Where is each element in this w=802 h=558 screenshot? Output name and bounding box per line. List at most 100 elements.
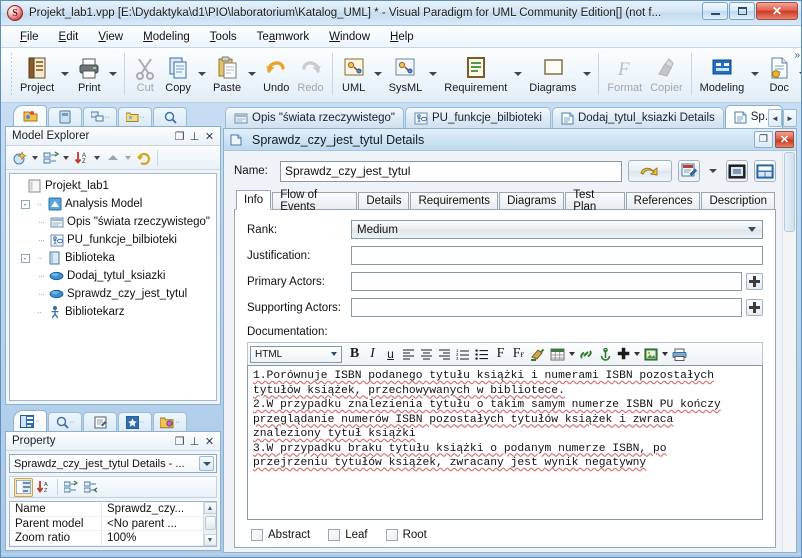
model-tree[interactable]: Projekt_lab1 - ·· Analysis Model ··· Opi… — [9, 173, 217, 401]
collapse-icon[interactable]: - — [20, 199, 30, 209]
chevron-down-icon[interactable] — [125, 155, 131, 160]
expand-all-icon[interactable] — [62, 478, 81, 497]
name-input[interactable] — [280, 160, 622, 182]
toolbar-doc-button[interactable]: Doc — [762, 51, 796, 94]
scrollbar-thumb[interactable] — [205, 516, 216, 530]
details-vertical-scrollbar[interactable] — [782, 151, 796, 552]
toolbar-modeling-button[interactable]: Modeling — [696, 51, 749, 94]
collapse-icon[interactable]: - — [20, 253, 30, 263]
toolbar-print-button[interactable]: Print — [72, 51, 106, 94]
toolbar-paste-button[interactable]: Paste — [209, 51, 245, 94]
tab-test-plan[interactable]: Test Plan — [565, 189, 625, 213]
up-chevron-icon[interactable] — [103, 148, 122, 167]
toolbar-sysml-button[interactable]: SysML — [385, 51, 427, 94]
tree-node-sprawdz-czy-jest-tytul[interactable]: ··· Sprawdz_czy_jest_tytul — [12, 285, 216, 303]
tree-node-analysis-model[interactable]: - ·· Analysis Model — [12, 195, 216, 213]
details-close-icon[interactable]: ✕ — [775, 131, 794, 148]
ordered-list-button[interactable]: 123 — [454, 345, 472, 364]
font-button[interactable]: F — [492, 345, 509, 364]
insert-anchor-button[interactable] — [597, 345, 614, 364]
tab-next-icon[interactable]: ► — [783, 109, 797, 127]
sidebar-tab-class-repository[interactable] — [48, 107, 82, 126]
requirement-dropdown-arrow-wrap[interactable] — [511, 51, 525, 97]
menu-window[interactable]: Window — [320, 28, 379, 46]
group-icon[interactable] — [41, 148, 60, 167]
sidebar-tab-documentation[interactable] — [83, 412, 117, 431]
align-right-button[interactable] — [436, 345, 453, 364]
chevron-down-icon[interactable] — [94, 155, 100, 160]
tree-expander-wrap[interactable]: - — [18, 253, 32, 263]
menu-help[interactable]: Help — [381, 28, 423, 46]
unordered-list-button[interactable] — [473, 345, 491, 364]
doc-tab-opis-swiata[interactable]: Opis "świata rzeczywistego" — [225, 107, 405, 128]
chevron-down-icon[interactable] — [327, 348, 340, 361]
justification-input[interactable] — [351, 246, 763, 265]
italic-button[interactable]: I — [364, 345, 381, 364]
menu-teamwork[interactable]: Teamwork — [248, 28, 318, 46]
property-row[interactable]: Zoom ratio 100% — [10, 531, 216, 546]
sidebar-tab-model-explorer[interactable] — [13, 105, 47, 126]
chevron-down-icon[interactable] — [63, 155, 69, 160]
uml-dropdown-arrow-wrap[interactable] — [371, 51, 385, 97]
sidebar-tab-diagram-navigator[interactable]: ·· — [83, 107, 117, 126]
model-explorer-close-icon[interactable]: ✕ — [202, 129, 217, 144]
toolbar-cut-button[interactable]: Cut — [129, 51, 161, 94]
toolbar-overflow-icon[interactable]: » — [794, 50, 799, 61]
tab-flow-of-events[interactable]: Flow of Events — [272, 189, 358, 213]
add-supporting-actor-button[interactable] — [746, 299, 763, 316]
print-dropdown-arrow-wrap[interactable] — [106, 51, 120, 97]
menu-view[interactable]: View — [89, 28, 132, 46]
property-grid-scrollbar[interactable]: ▲ ▼ — [203, 502, 216, 546]
property-restore-icon[interactable]: ❐ — [172, 434, 187, 449]
sysml-dropdown-arrow-wrap[interactable] — [426, 51, 440, 97]
paste-dropdown-arrow-wrap[interactable] — [245, 51, 259, 97]
tab-requirements[interactable]: Requirements — [410, 192, 499, 209]
property-value[interactable]: <No parent ... — [102, 517, 216, 531]
toolbar-undo-button[interactable]: Undo — [259, 51, 293, 94]
details-restore-icon[interactable]: ❐ — [754, 131, 773, 148]
tree-node-biblioteka[interactable]: - ·· Biblioteka — [12, 249, 216, 267]
tree-node-pu-funkcje[interactable]: ··· PU_funkcje_bilbioteki — [12, 231, 216, 249]
property-value[interactable]: 100% — [102, 531, 216, 545]
sidebar-tab-model[interactable]: ·· — [153, 412, 187, 431]
documentation-textarea[interactable]: 1.Porównuje ISBN podanego tytułu książki… — [247, 365, 763, 520]
tree-node-projekt-lab1[interactable]: Projekt_lab1 — [12, 177, 216, 195]
tab-details[interactable]: Details — [358, 192, 410, 209]
root-checkbox[interactable]: Root — [385, 529, 427, 541]
categorized-icon[interactable] — [14, 477, 33, 497]
print-button[interactable] — [670, 345, 689, 364]
abstract-checkbox[interactable]: Abstract — [251, 529, 310, 541]
property-grid[interactable]: Name Sprawdz_czy... Parent model <No par… — [9, 501, 217, 547]
sidebar-tab-search[interactable] — [153, 107, 187, 126]
text-color-button[interactable] — [528, 345, 547, 364]
font-size-button[interactable]: Fғ — [510, 345, 527, 364]
project-dropdown-arrow-wrap[interactable] — [58, 51, 72, 97]
checkbox-box[interactable] — [251, 529, 263, 541]
copy-dropdown-arrow-wrap[interactable] — [195, 51, 209, 97]
chevron-down-icon[interactable] — [199, 456, 214, 471]
menu-modeling[interactable]: Modeling — [134, 28, 199, 46]
property-row[interactable]: Name Sprawdz_czy... — [10, 502, 216, 517]
sort-az-icon[interactable]: AZ — [72, 148, 91, 167]
leaf-checkbox[interactable]: Leaf — [328, 529, 368, 541]
supporting-actors-input[interactable] — [351, 298, 742, 317]
property-row[interactable]: Parent model <No parent ... — [10, 516, 216, 532]
align-left-button[interactable] — [400, 345, 417, 364]
chevron-down-icon[interactable] — [569, 352, 575, 356]
property-value[interactable]: Sprawdz_czy... — [102, 502, 216, 516]
chevron-down-icon[interactable] — [32, 155, 38, 160]
toolbar-project-button[interactable]: Project — [16, 51, 58, 94]
modeling-dropdown-arrow-wrap[interactable] — [748, 51, 762, 97]
model-explorer-restore-icon[interactable]: ❐ — [172, 129, 187, 144]
property-selector[interactable]: Sprawdz_czy_jest_tytul Details - ... — [9, 454, 217, 473]
diagrams-dropdown-arrow-wrap[interactable] — [580, 51, 594, 97]
new-element-icon[interactable] — [10, 148, 29, 167]
insert-element-button[interactable]: ✚ — [615, 345, 632, 364]
tree-expander-wrap[interactable]: - — [18, 199, 32, 209]
tree-node-opis-swiata[interactable]: ··· Opis "świata rzeczywistego" — [12, 213, 216, 231]
open-specification-button[interactable] — [628, 160, 672, 182]
scroll-down-icon[interactable]: ▼ — [203, 534, 216, 546]
tab-prev-icon[interactable]: ◄ — [768, 109, 782, 127]
toolbar-requirement-button[interactable]: Requirement — [440, 51, 511, 94]
sidebar-tab-diagram[interactable]: ·· — [118, 412, 152, 431]
